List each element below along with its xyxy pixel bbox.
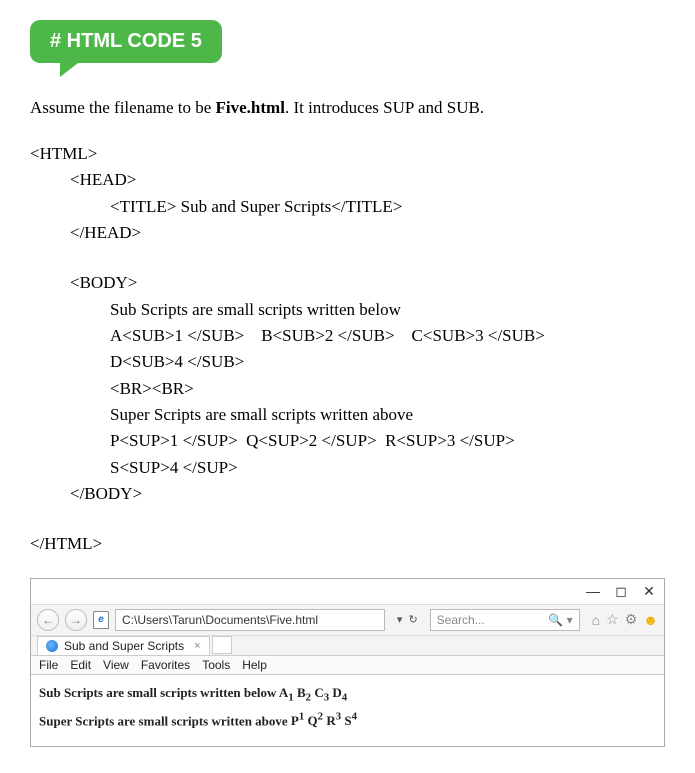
toolbar-icons: ⌂ ☆ ⚙ ☻ xyxy=(586,611,658,628)
sup-2: 2 xyxy=(318,711,323,723)
window-maximize-button[interactable]: ◻ xyxy=(614,583,628,600)
forward-button[interactable]: → xyxy=(65,609,87,631)
arrow-left-icon: ← xyxy=(42,613,54,627)
menu-bar: File Edit View Favorites Tools Help xyxy=(31,656,664,675)
smiley-icon[interactable]: ☻ xyxy=(643,612,658,628)
search-input[interactable]: Search... 🔍 ▾ xyxy=(430,609,580,631)
menu-help[interactable]: Help xyxy=(242,658,267,672)
search-placeholder: Search... xyxy=(437,613,485,627)
intro-prefix: Assume the filename to be xyxy=(30,98,216,117)
favorites-icon[interactable]: ☆ xyxy=(606,611,619,628)
new-tab-button[interactable] xyxy=(212,636,232,654)
sup-label: Super Scripts are small scripts written … xyxy=(39,713,291,728)
intro-text: Assume the filename to be Five.html. It … xyxy=(30,97,665,119)
section-badge: # HTML CODE 5 xyxy=(30,20,665,77)
home-icon[interactable]: ⌂ xyxy=(592,612,600,628)
browser-tab[interactable]: Sub and Super Scripts × xyxy=(37,636,210,655)
sup-1: 1 xyxy=(299,711,304,723)
sub-1: 1 xyxy=(288,691,293,703)
code-line: Super Scripts are small scripts written … xyxy=(30,402,665,428)
url-dropdown-icon[interactable]: ▾ xyxy=(397,613,403,626)
badge-label: # HTML CODE 5 xyxy=(30,20,222,63)
back-button[interactable]: ← xyxy=(37,609,59,631)
sub-2: 2 xyxy=(306,691,311,703)
sub-line: Sub Scripts are small scripts written be… xyxy=(39,681,656,708)
sup-P: P xyxy=(291,713,299,728)
sub-label: Sub Scripts are small scripts written be… xyxy=(39,685,279,700)
code-line: A<SUB>1 </SUB> B<SUB>2 </SUB> C<SUB>3 </… xyxy=(30,323,665,349)
code-line: D<SUB>4 </SUB> xyxy=(30,349,665,375)
menu-tools[interactable]: Tools xyxy=(202,658,230,672)
refresh-icon[interactable]: ↻ xyxy=(408,613,417,626)
sub-D: D xyxy=(332,685,341,700)
sup-R: R xyxy=(326,713,335,728)
url-input[interactable]: C:\Users\Tarun\Documents\Five.html xyxy=(115,609,385,631)
sup-3: 3 xyxy=(336,711,341,723)
tab-close-icon[interactable]: × xyxy=(194,640,200,652)
code-line: <HEAD> xyxy=(30,167,665,193)
sub-4: 4 xyxy=(342,691,347,703)
search-dropdown-icon: ▾ xyxy=(567,613,573,627)
menu-file[interactable]: File xyxy=(39,658,58,672)
blank-line xyxy=(30,246,665,270)
ie-logo-icon xyxy=(46,640,58,652)
code-line: S<SUP>4 </SUP> xyxy=(30,455,665,481)
intro-suffix: . It introduces SUP and SUB. xyxy=(285,98,484,117)
tab-title: Sub and Super Scripts xyxy=(64,639,184,653)
code-line: <HTML> xyxy=(30,141,665,167)
search-icon: 🔍 xyxy=(548,613,563,627)
sub-3: 3 xyxy=(324,691,329,703)
sub-C: C xyxy=(314,685,323,700)
window-minimize-button[interactable]: — xyxy=(586,583,600,599)
page-viewport: Sub Scripts are small scripts written be… xyxy=(31,675,664,747)
browser-screenshot: — ◻ ✕ ← → C:\Users\Tarun\Documents\Five.… xyxy=(30,578,665,748)
code-line: Sub Scripts are small scripts written be… xyxy=(30,297,665,323)
code-line: <TITLE> Sub and Super Scripts</TITLE> xyxy=(30,194,665,220)
code-listing: <HTML> <HEAD> <TITLE> Sub and Super Scri… xyxy=(30,141,665,557)
code-line: </HTML> xyxy=(30,531,665,557)
window-titlebar: — ◻ ✕ xyxy=(31,579,664,605)
url-controls: ▾ ↻ xyxy=(391,613,424,626)
gear-icon[interactable]: ⚙ xyxy=(625,611,638,628)
code-line: <BR><BR> xyxy=(30,376,665,402)
blank-line xyxy=(30,507,665,531)
sub-B: B xyxy=(297,685,306,700)
menu-favorites[interactable]: Favorites xyxy=(141,658,190,672)
menu-view[interactable]: View xyxy=(103,658,129,672)
badge-tail xyxy=(60,63,78,77)
page-icon xyxy=(93,611,109,629)
sup-line: Super Scripts are small scripts written … xyxy=(39,708,656,733)
url-text: C:\Users\Tarun\Documents\Five.html xyxy=(122,613,318,627)
sup-4: 4 xyxy=(352,711,357,723)
menu-edit[interactable]: Edit xyxy=(70,658,91,672)
address-bar-row: ← → C:\Users\Tarun\Documents\Five.html ▾… xyxy=(31,605,664,636)
sub-A: A xyxy=(279,685,288,700)
sup-Q: Q xyxy=(308,713,318,728)
sup-S: S xyxy=(344,713,351,728)
code-line: </HEAD> xyxy=(30,220,665,246)
code-line: <BODY> xyxy=(30,270,665,296)
arrow-right-icon: → xyxy=(70,613,82,627)
code-line: </BODY> xyxy=(30,481,665,507)
window-close-button[interactable]: ✕ xyxy=(642,583,656,600)
tab-strip: Sub and Super Scripts × xyxy=(31,636,664,656)
code-line: P<SUP>1 </SUP> Q<SUP>2 </SUP> R<SUP>3 </… xyxy=(30,428,665,454)
intro-filename: Five.html xyxy=(216,98,285,117)
